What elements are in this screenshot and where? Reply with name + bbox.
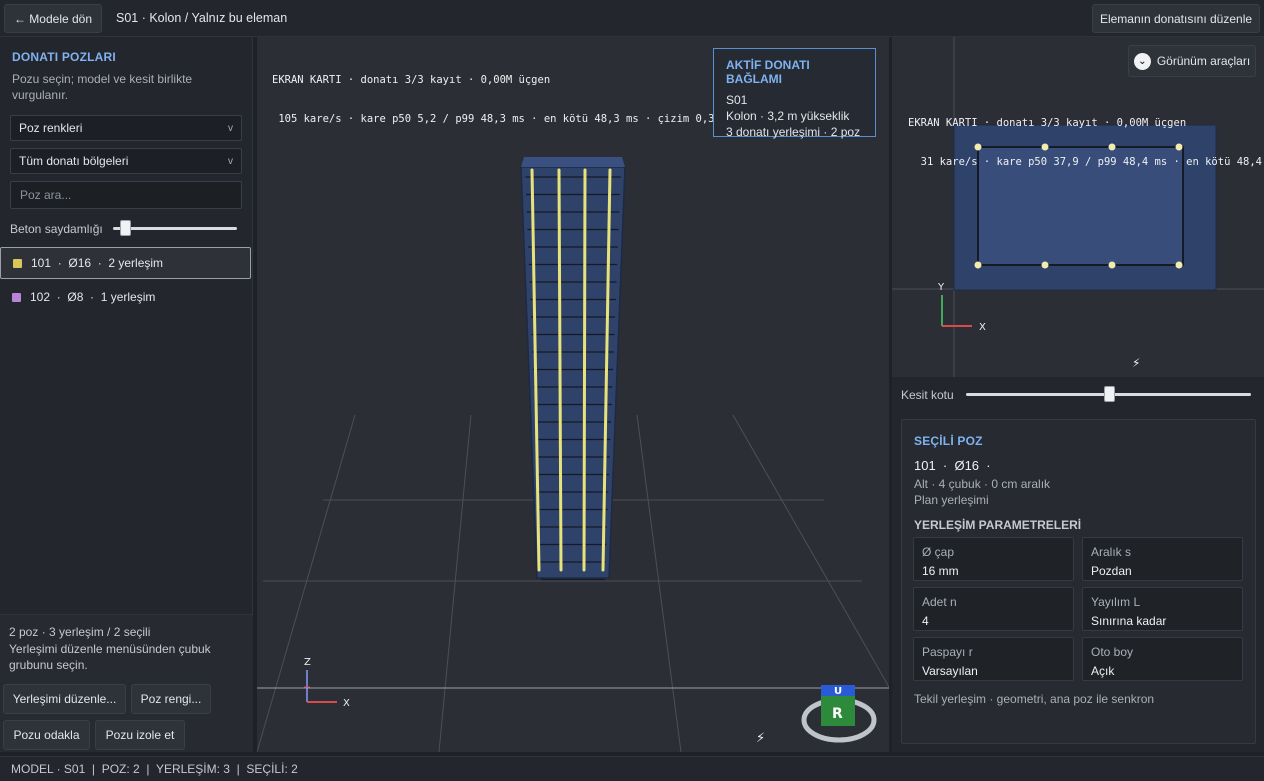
gpu-stats-line: 105 kare/s · kare p50 5,2 / p99 48,3 ms … (272, 113, 740, 125)
view-tools-label: Görünüm araçları (1156, 54, 1251, 68)
section-scene: Y X ⚡ (892, 37, 1264, 377)
chevron-down-icon: ⌄ (1133, 52, 1151, 70)
selection-status: 2 poz · 3 yerleşim / 2 seçili (9, 625, 151, 639)
param-key: Yayılım L (1091, 595, 1141, 609)
column-s01[interactable] (520, 157, 626, 581)
panel-title: DONATI POZLARI (12, 50, 116, 64)
context-line: Kolon · 3,2 m yükseklik (726, 109, 850, 123)
poz-item-label: 101 · Ø16 · 2 yerleşim (31, 256, 164, 270)
param-key: Paspayı r (922, 645, 973, 659)
gpu-stats-line: 31 kare/s · kare p50 37,9 / p99 48,4 ms … (908, 156, 1263, 168)
status-text: MODEL · S01 | POZ: 2 | YERLEŞİM: 3 | SEÇ… (11, 762, 298, 776)
rebar-bar (582, 168, 587, 572)
axis-gizmo: Z X (304, 657, 350, 709)
param-spread[interactable]: Yayılım L Sınırına kadar (1082, 587, 1243, 631)
status-bar: MODEL · S01 | POZ: 2 | YERLEŞİM: 3 | SEÇ… (0, 756, 1264, 781)
section-stats-overlay: EKRAN KARTI · donatı 3/3 kayıt · 0,00M ü… (908, 91, 1262, 195)
slider-thumb[interactable] (120, 220, 132, 236)
param-value: Varsayılan (922, 664, 978, 678)
poz-item-label: 102 · Ø8 · 1 yerleşim (30, 290, 156, 304)
rebar-bar (557, 168, 563, 572)
param-value: Pozdan (1091, 564, 1132, 578)
param-key: Adet n (922, 595, 957, 609)
poz-color-button[interactable]: Poz rengi... (131, 684, 211, 714)
lightning-icon: ⚡ (1132, 356, 1140, 370)
context-title: AKTİF DONATI BAĞLAMI (726, 58, 810, 86)
axis-x-label: X (343, 698, 350, 709)
slider-track (113, 227, 237, 230)
axis-z-label: Z (304, 657, 311, 668)
axis-y-label: Y (937, 282, 945, 293)
poz-search-input[interactable] (10, 181, 242, 209)
placement-type: Plan yerleşimi (914, 493, 989, 507)
selected-headline: 101 · Ø16 · (914, 458, 991, 473)
param-value: Açık (1091, 664, 1115, 678)
rebar-region-select[interactable]: Tüm donatı bölgeleri v (10, 148, 242, 174)
chevron-down-icon: v (228, 155, 233, 167)
poz-item-101[interactable]: 101 · Ø16 · 2 yerleşim (0, 247, 251, 279)
isolate-poz-button[interactable]: Pozu izole et (95, 720, 185, 750)
param-key: Aralık s (1091, 545, 1132, 559)
concrete-opacity-label: Beton saydamlığı (10, 222, 103, 236)
section-viewport[interactable]: Y X ⚡ EKRAN KARTI · donatı 3/3 kayıt · 0… (892, 37, 1264, 377)
selected-poz-card: SEÇİLİ POZ 101 · Ø16 · Alt · 4 çubuk · 0… (901, 419, 1256, 744)
param-value: 4 (922, 614, 929, 628)
rebar-poz-panel: DONATI POZLARI Pozu seçin; model ve kesi… (0, 37, 253, 752)
gpu-stats-line: EKRAN KARTI · donatı 3/3 kayıt · 0,00M ü… (908, 117, 1187, 129)
param-spacing[interactable]: Aralık s Pozdan (1082, 537, 1243, 581)
footer-hint: Yerleşimi düzenle menüsünden çubuk grubu… (9, 642, 211, 672)
breadcrumb: S01 · Kolon / Yalnız bu eleman (116, 11, 288, 25)
poz-color-swatch (13, 258, 22, 268)
selected-detail: Alt · 4 çubuk · 0 cm aralık (914, 477, 1051, 491)
edit-placement-button[interactable]: Yerleşimi düzenle... (3, 684, 126, 714)
poz-item-102[interactable]: 102 · Ø8 · 1 yerleşim (0, 281, 251, 313)
card-title: SEÇİLİ POZ (914, 434, 983, 448)
section-bar-dot (1108, 261, 1116, 269)
section-bar-dot (1175, 261, 1183, 269)
gpu-stats-line: EKRAN KARTI · donatı 3/3 kayıt · 0,00M ü… (272, 74, 551, 86)
active-rebar-context: AKTİF DONATI BAĞLAMI S01 Kolon · 3,2 m y… (713, 48, 876, 139)
3d-viewport[interactable]: Z X U R ⚡ EKRAN KARTI · donatı 3/3 kayıt… (257, 37, 889, 752)
panel-footer: 2 poz · 3 yerleşim / 2 seçili Yerleşimi … (0, 614, 253, 752)
section-bar-dot (1041, 261, 1049, 269)
chevron-down-icon: v (228, 122, 233, 134)
context-line: 3 donatı yerleşimi · 2 poz (726, 125, 861, 139)
param-key: Oto boy (1091, 645, 1134, 659)
param-auto-length[interactable]: Oto boy Açık (1082, 637, 1243, 681)
poz-color-swatch (12, 292, 21, 302)
select-value: Poz renkleri (19, 121, 83, 135)
params-title: YERLEŞİM PARAMETRELERİ (914, 518, 1082, 532)
section-bar-dot (974, 261, 982, 269)
back-to-model-button[interactable]: ← Modele dön (4, 4, 102, 33)
cut-level-label: Kesit kotu (901, 388, 954, 402)
select-value: Tüm donatı bölgeleri (19, 154, 129, 168)
param-value: Sınırına kadar (1091, 614, 1167, 628)
param-key: Ø çap (922, 545, 955, 559)
edit-element-rebar-button[interactable]: Elemanın donatısını düzenle (1092, 4, 1260, 33)
param-count[interactable]: Adet n 4 (913, 587, 1074, 631)
gpu-stats-overlay: EKRAN KARTI · donatı 3/3 kayıt · 0,00M ü… (272, 48, 740, 152)
lightning-icon: ⚡ (756, 730, 765, 745)
poz-color-select[interactable]: Poz renkleri v (10, 115, 242, 141)
section-panel: Y X ⚡ EKRAN KARTI · donatı 3/3 kayıt · 0… (892, 37, 1264, 752)
view-cube[interactable]: U R (801, 685, 877, 743)
param-value: 16 mm (922, 564, 959, 578)
param-diameter[interactable]: Ø çap 16 mm (913, 537, 1074, 581)
panel-hint: Pozu seçin; model ve kesit birlikte vurg… (12, 72, 193, 102)
top-bar: ← Modele dön S01 · Kolon / Yalnız bu ele… (0, 0, 1264, 37)
focus-poz-button[interactable]: Pozu odakla (3, 720, 90, 750)
view-tools-button[interactable]: ⌄ Görünüm araçları (1128, 45, 1256, 77)
view-cube-front-label: R (832, 706, 843, 722)
context-line: S01 (726, 93, 748, 107)
param-cover[interactable]: Paspayı r Varsayılan (913, 637, 1074, 681)
slider-thumb[interactable] (1103, 386, 1115, 402)
axis-x-label: X (979, 322, 986, 333)
placement-note: Tekil yerleşim · geometri, ana poz ile s… (914, 692, 1155, 706)
view-cube-top-label: U (834, 686, 842, 697)
